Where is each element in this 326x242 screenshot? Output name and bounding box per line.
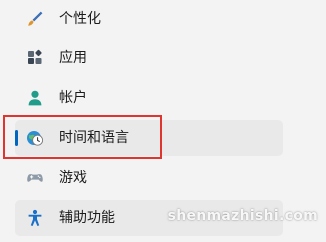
gamepad-icon bbox=[25, 168, 45, 188]
accessibility-icon bbox=[25, 208, 45, 228]
sidebar-item-label: 帐户 bbox=[59, 90, 87, 106]
brush-icon bbox=[25, 9, 45, 29]
red-highlight-box bbox=[3, 115, 162, 159]
sidebar-item-label: 游戏 bbox=[59, 170, 87, 186]
sidebar-item-personalization[interactable]: 个性化 bbox=[15, 1, 283, 37]
sidebar-item-label: 辅助功能 bbox=[59, 210, 115, 226]
sidebar-item-gaming[interactable]: 游戏 bbox=[15, 160, 283, 196]
sidebar-item-accounts[interactable]: 帐户 bbox=[15, 80, 283, 116]
person-icon bbox=[25, 88, 45, 108]
sidebar-item-label: 个性化 bbox=[59, 11, 101, 27]
apps-icon bbox=[25, 48, 45, 68]
sidebar-item-apps[interactable]: 应用 bbox=[15, 40, 283, 76]
settings-sidebar-nav: 个性化 应用 帐户 时间和语言 游戏 辅助功能 shenmazhishi.com bbox=[0, 0, 326, 242]
watermark: shenmazhishi.com bbox=[167, 208, 318, 224]
sidebar-item-label: 应用 bbox=[59, 50, 87, 66]
